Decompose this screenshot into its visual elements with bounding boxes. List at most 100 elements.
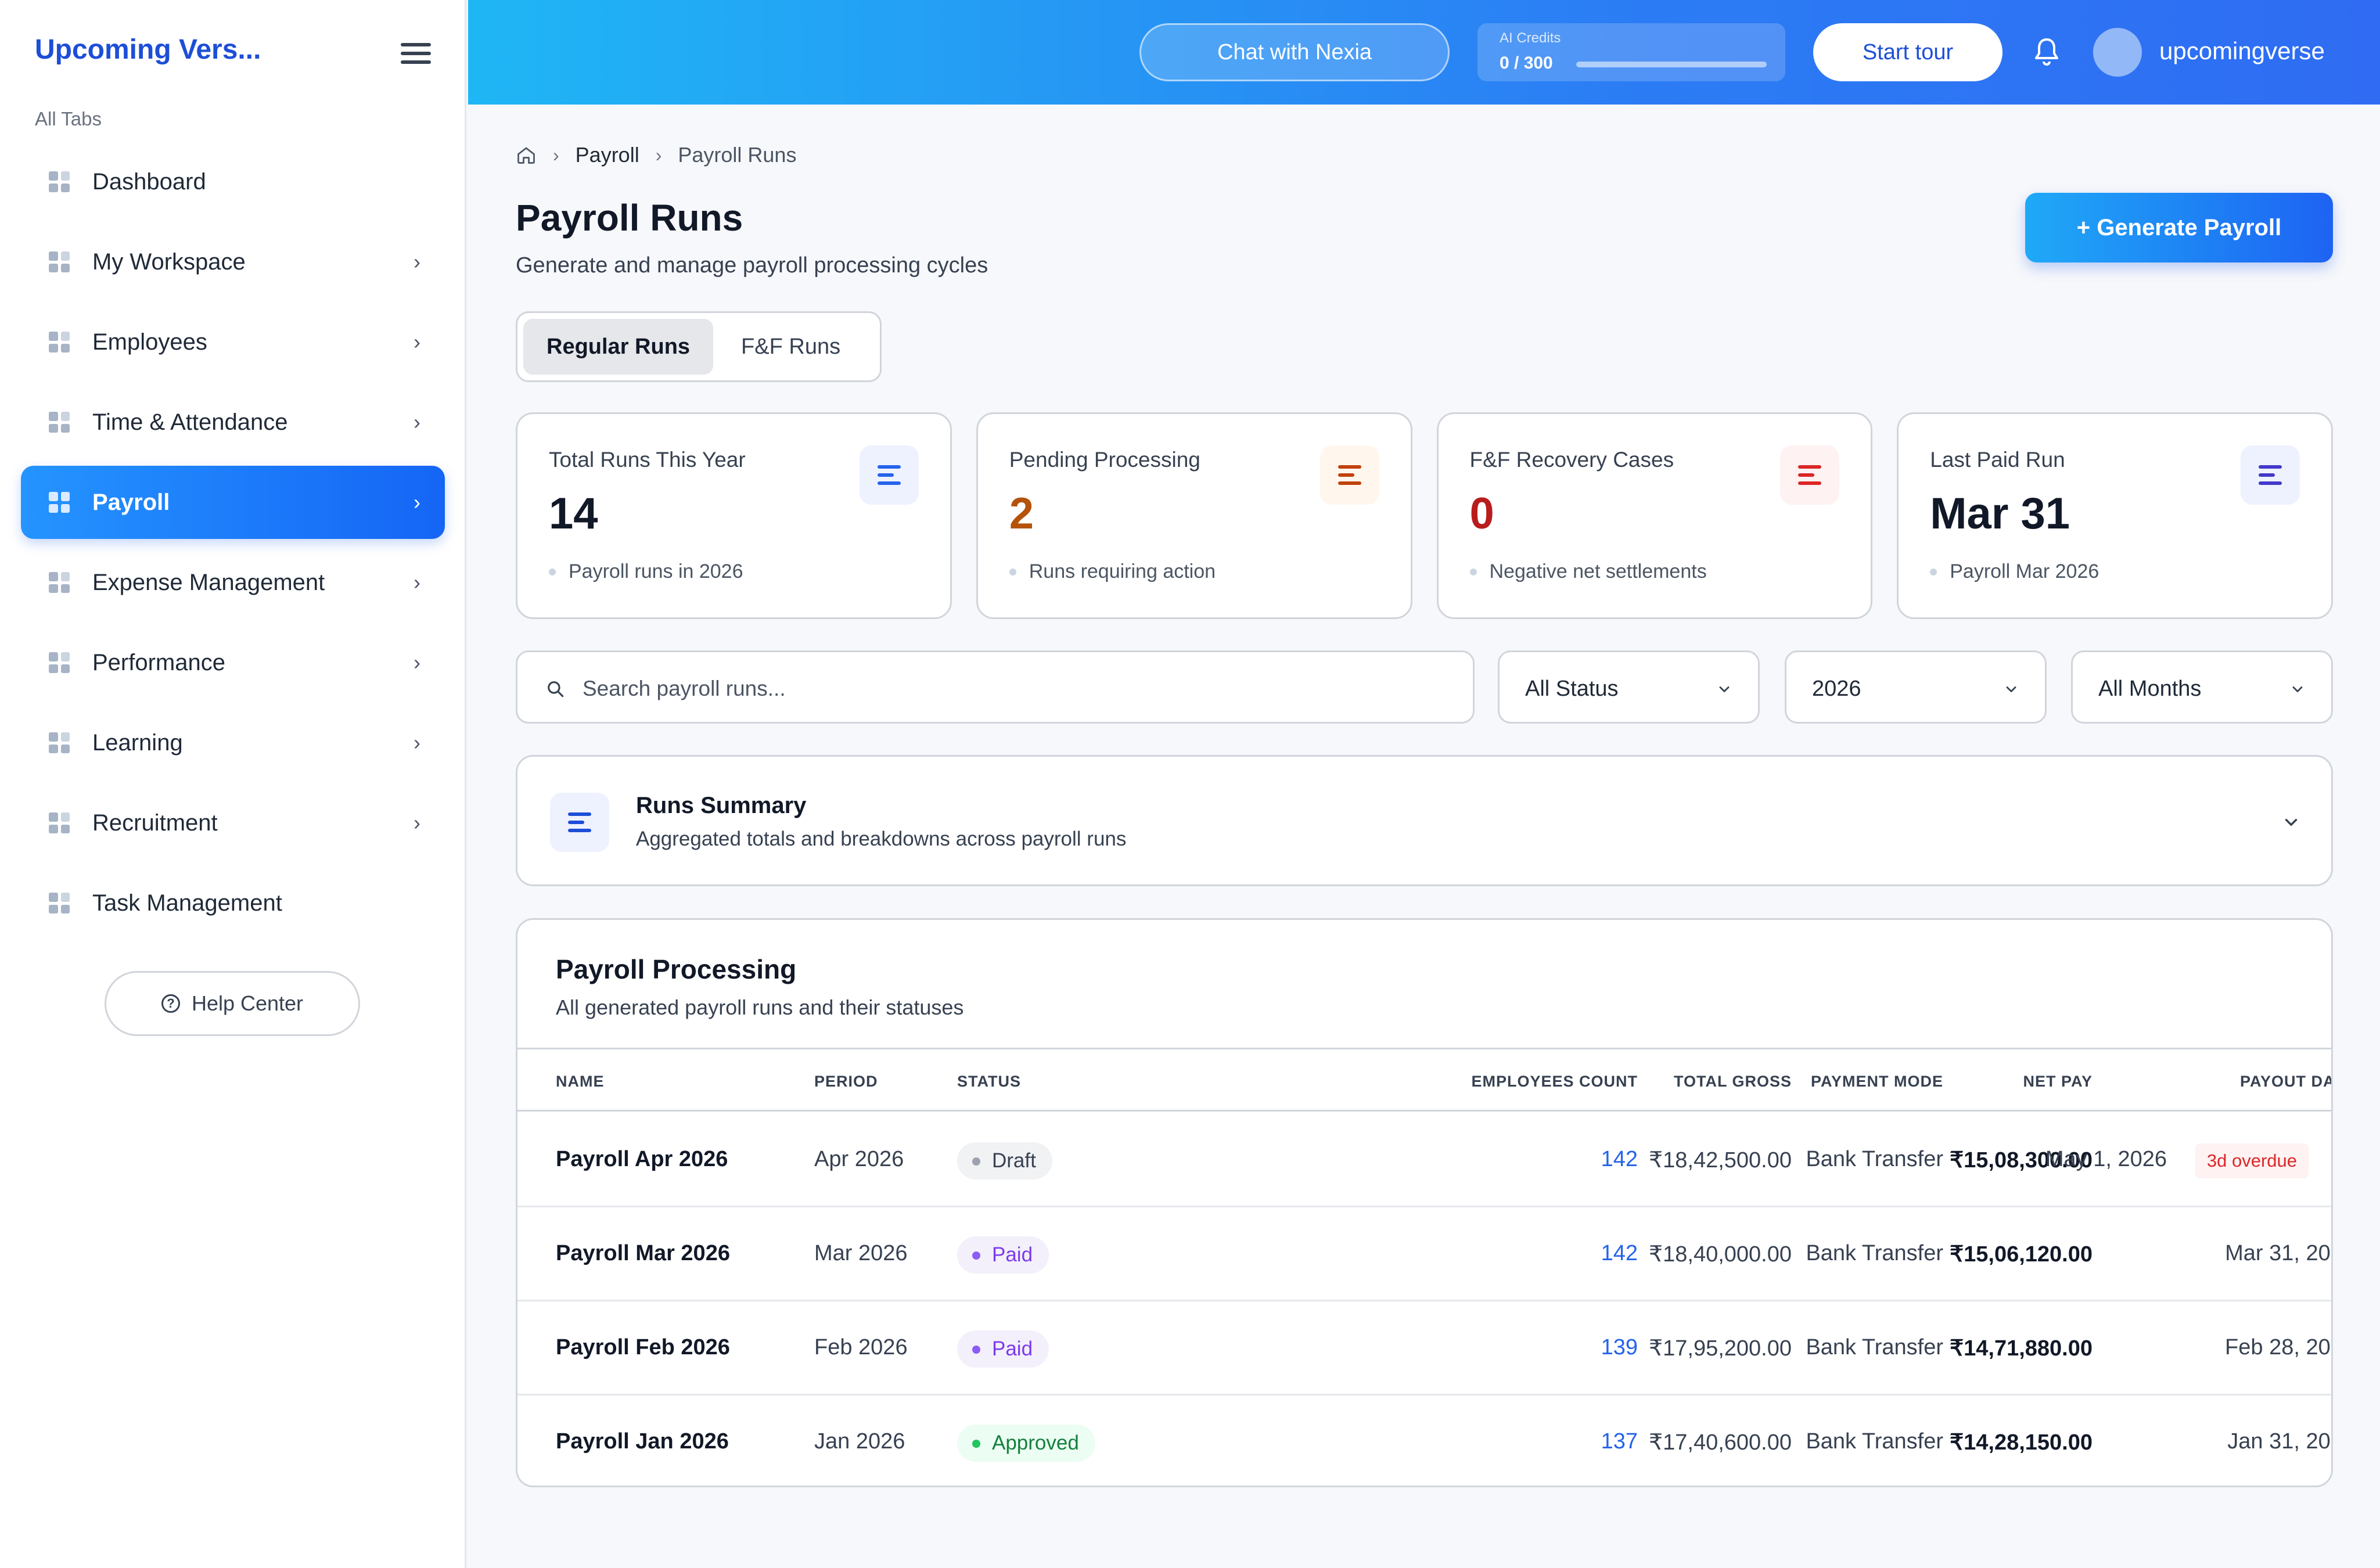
employees-count[interactable]: 137: [1601, 1429, 1638, 1454]
chevron-down-icon: [2006, 686, 2016, 692]
total-gross: ₹18,40,000.00: [1648, 1242, 1792, 1267]
breadcrumb-separator: ›: [553, 144, 559, 166]
notification-bell-icon[interactable]: [2033, 36, 2061, 69]
stat-note: Runs requiring action: [1009, 560, 1216, 583]
user-avatar[interactable]: [2093, 28, 2142, 77]
month-filter-value: All Months: [2098, 677, 2202, 701]
search-placeholder: Search payroll runs...: [583, 677, 786, 700]
grid-icon: [49, 251, 70, 272]
breadcrumb-separator: ›: [655, 144, 662, 166]
expand-chevron-icon[interactable]: [2281, 812, 2301, 832]
chat-with-nexia-button[interactable]: Chat with Nexia: [1139, 23, 1450, 81]
grid-icon: [49, 893, 70, 914]
sidebar-nav: Dashboard My Workspace › Employees › Time & A…: [21, 145, 445, 947]
employees-count[interactable]: 139: [1601, 1335, 1638, 1360]
sidebar-item-recruitment[interactable]: Recruitment ›: [21, 786, 445, 859]
table-subtitle: All generated payroll runs and their sta…: [556, 995, 964, 1019]
brand-name[interactable]: Upcoming Vers...: [35, 34, 261, 66]
status-label: Approved: [992, 1432, 1079, 1454]
sidebar-item-time-and-attendance[interactable]: Time & Attendance ›: [21, 386, 445, 459]
sidebar-item-label: Recruitment: [92, 810, 218, 836]
grid-icon: [49, 812, 70, 833]
status-badge: Paid: [957, 1236, 1049, 1274]
username[interactable]: upcomingverse: [2159, 37, 2325, 65]
sidebar-item-expense-management[interactable]: Expense Management ›: [21, 546, 445, 619]
table-row[interactable]: Payroll Jan 2026 Jan 2026 Approved 137 ₹17,4…: [517, 1396, 2331, 1486]
bullet-dot: [1469, 568, 1477, 576]
grid-icon: [49, 492, 70, 513]
payout-date: Feb 28, 2026: [2225, 1335, 2331, 1360]
table-header: NAME PERIOD STATUS EMPLOYEES COUNT TOTAL GRO…: [517, 1048, 2331, 1112]
th-payment-mode: PAYMENT MODE: [1810, 1073, 1943, 1090]
run-name[interactable]: Payroll Feb 2026: [556, 1335, 730, 1360]
help-center-button[interactable]: ? Help Center: [105, 971, 360, 1036]
th-net-pay: NET PAY: [2023, 1073, 2093, 1090]
runs-summary-panel[interactable]: Runs Summary Aggregated totals and break…: [516, 755, 2333, 886]
stat-note: Negative net settlements: [1469, 560, 1707, 583]
status-label: Draft: [992, 1149, 1036, 1172]
stat-value: 2: [1009, 489, 1034, 538]
list-icon: [1320, 445, 1379, 505]
stat-note-text: Negative net settlements: [1489, 560, 1707, 582]
start-tour-button[interactable]: Start tour: [1813, 23, 2002, 81]
net-pay: ₹14,28,150.00: [1949, 1430, 2093, 1455]
run-name[interactable]: Payroll Jan 2026: [556, 1429, 729, 1454]
chevron-right-icon: ›: [414, 570, 420, 594]
payroll-processing-table-card: Payroll Processing All generated payroll…: [516, 918, 2333, 1487]
tab-ff-runs[interactable]: F&F Runs: [718, 319, 864, 375]
stat-card-fandf-recovery-cases: F&F Recovery Cases 0 Negative net settleme…: [1436, 412, 1873, 619]
ai-credits-value: 0 / 300: [1500, 53, 1553, 73]
run-name[interactable]: Payroll Mar 2026: [556, 1241, 730, 1266]
sidebar-item-payroll[interactable]: Payroll ›: [21, 466, 445, 539]
sidebar-item-label: Payroll: [92, 489, 170, 515]
employees-count[interactable]: 142: [1601, 1241, 1638, 1266]
status-dot: [972, 1251, 980, 1260]
stat-value: Mar 31: [1930, 489, 2070, 538]
bullet-dot: [1930, 568, 1937, 576]
help-center-label: Help Center: [191, 991, 304, 1015]
sidebar-item-dashboard[interactable]: Dashboard: [21, 145, 445, 218]
sidebar-item-label: Performance: [92, 649, 225, 675]
status-dot: [972, 1157, 980, 1166]
table-row[interactable]: Payroll Mar 2026 Mar 2026 Paid 142 ₹18,40,00…: [517, 1207, 2331, 1301]
table-row[interactable]: Payroll Feb 2026 Feb 2026 Paid 139 ₹17,95,20…: [517, 1301, 2331, 1396]
sidebar-item-task-management[interactable]: Task Management: [21, 866, 445, 940]
table-row[interactable]: Payroll Apr 2026 Apr 2026 Draft 142 ₹18,42,5…: [517, 1113, 2331, 1207]
sidebar-item-learning[interactable]: Learning ›: [21, 706, 445, 779]
ai-credits-widget[interactable]: AI Credits 0 / 300: [1477, 23, 1785, 81]
grid-icon: [49, 412, 70, 433]
year-filter-select[interactable]: 2026: [1785, 650, 2047, 724]
home-icon[interactable]: [516, 145, 537, 166]
main-content: › Payroll › Payroll Runs Payroll Runs Ge…: [468, 105, 2380, 1568]
breadcrumb-payroll[interactable]: Payroll: [576, 143, 639, 167]
list-icon: [859, 445, 919, 505]
stat-note-text: Runs requiring action: [1029, 560, 1216, 582]
status-dot: [972, 1440, 980, 1448]
month-filter-select[interactable]: All Months: [2071, 650, 2333, 724]
bullet-dot: [1009, 568, 1016, 576]
sidebar-item-performance[interactable]: Performance ›: [21, 626, 445, 699]
generate-payroll-button[interactable]: + Generate Payroll: [2025, 193, 2333, 262]
breadcrumb-payroll-runs: Payroll Runs: [678, 143, 797, 167]
run-type-tabs: Regular Runs F&F Runs: [516, 311, 882, 382]
sidebar-item-employees[interactable]: Employees ›: [21, 305, 445, 379]
run-period: Jan 2026: [814, 1429, 905, 1454]
employees-count[interactable]: 142: [1601, 1147, 1638, 1172]
tab-regular-runs[interactable]: Regular Runs: [523, 319, 714, 375]
search-input[interactable]: Search payroll runs...: [516, 650, 1475, 724]
list-icon: [550, 793, 609, 852]
grid-icon: [49, 652, 70, 673]
status-label: Paid: [992, 1337, 1033, 1360]
chevron-down-icon: [1719, 686, 1730, 692]
hamburger-menu-icon[interactable]: [401, 43, 431, 64]
chevron-right-icon: ›: [414, 731, 420, 754]
runs-summary-title: Runs Summary: [636, 793, 807, 818]
stat-note: Payroll runs in 2026: [549, 560, 743, 583]
grid-icon: [49, 332, 70, 353]
sidebar-item-my-workspace[interactable]: My Workspace ›: [21, 225, 445, 299]
run-name[interactable]: Payroll Apr 2026: [556, 1147, 728, 1172]
th-status: STATUS: [957, 1073, 1021, 1090]
runs-summary-subtitle: Aggregated totals and breakdowns across …: [636, 828, 1127, 850]
net-pay: ₹15,06,120.00: [1949, 1242, 2093, 1267]
status-filter-select[interactable]: All Status: [1498, 650, 1760, 724]
